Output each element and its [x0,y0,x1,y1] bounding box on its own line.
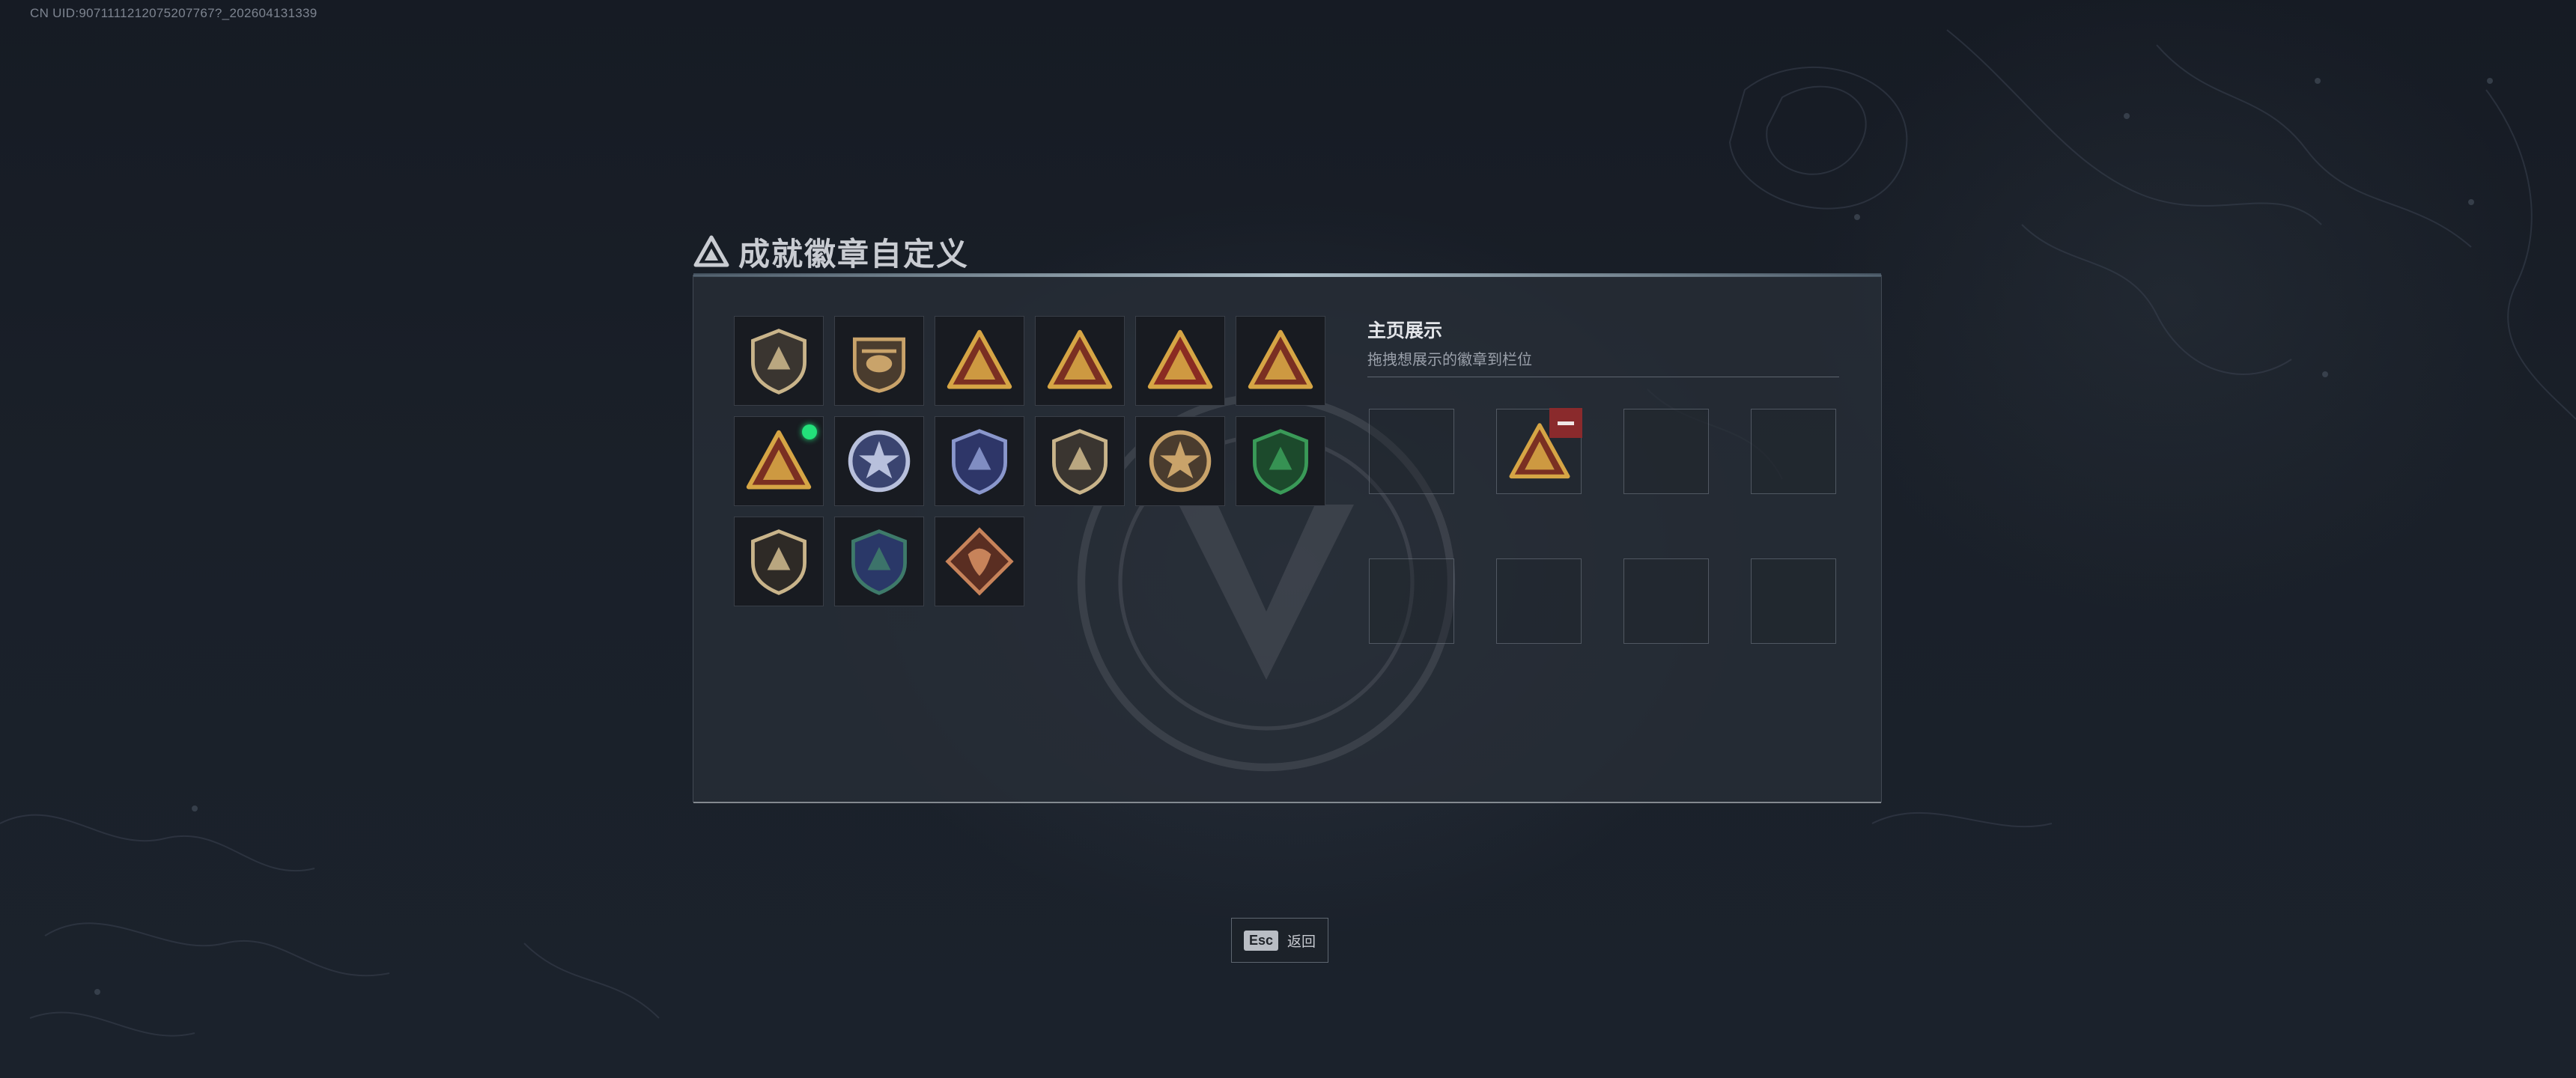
wings-arrows-badge[interactable] [834,517,924,606]
triangle-number-one-icon [1147,329,1213,389]
showcase-slot[interactable] [1623,558,1709,644]
blue-shield-icon [952,429,1007,495]
dragon-diamond-badge[interactable] [935,517,1024,606]
lion-shield-icon [1052,429,1108,495]
remove-badge-button[interactable] [1549,408,1582,438]
showcase-slot[interactable] [1623,409,1709,494]
back-button[interactable]: Esc 返回 [1231,918,1328,963]
blue-shield-badge[interactable] [935,416,1024,506]
badge-customize-panel: 主页展示 拖拽想展示的徽章到栏位 [693,273,1882,803]
helicopter-badge[interactable] [834,316,924,406]
triangle-boat-icon [1047,329,1113,389]
triangle-logo-icon [693,235,729,267]
star-medal-icon [848,430,911,493]
shield-triangle-icon [751,329,806,395]
minus-icon [1558,421,1574,425]
rifle-shield-icon [751,529,806,595]
new-indicator-dot [802,424,817,439]
uid-label: CN UID:9071111212075207767?_202604131339 [30,6,318,20]
showcase-slot[interactable] [1496,408,1582,494]
dialog-title-row: 成就徽章自定义 [693,229,969,274]
homepage-showcase: 主页展示 拖拽想展示的徽章到栏位 [1367,316,1839,644]
triangle-soldiers-icon [1248,329,1313,389]
showcase-slot[interactable] [1751,409,1836,494]
esc-key-hint: Esc [1243,930,1278,951]
triangle-rocket-badge[interactable] [734,416,824,506]
helicopter-icon [852,337,906,393]
showcase-slot[interactable] [1369,409,1454,494]
triangle-boat-badge[interactable] [1035,316,1125,406]
showcase-heading: 主页展示 [1367,320,1443,341]
showcase-slot[interactable] [1496,558,1582,644]
showcase-slots [1367,377,1839,644]
back-label: 返回 [1287,934,1316,950]
triangle-number-one-badge[interactable] [1135,316,1225,406]
green-rifle-shield-badge[interactable] [1236,416,1325,506]
green-rifle-shield-icon [1253,429,1308,495]
triangle-s6-icon [947,329,1012,389]
round-emblem-badge[interactable] [1135,416,1225,506]
triangle-soldiers-badge[interactable] [1236,316,1325,406]
dragon-diamond-icon [945,527,1014,596]
rifle-shield-badge[interactable] [734,517,824,606]
star-medal-badge[interactable] [834,416,924,506]
badge-inventory-grid [734,316,1325,606]
lion-shield-badge[interactable] [1035,416,1125,506]
dialog-title: 成就徽章自定义 [738,235,970,272]
round-emblem-icon [1149,430,1212,493]
showcase-slot[interactable] [1369,558,1454,644]
wings-arrows-icon [851,529,907,595]
showcase-subtitle: 拖拽想展示的徽章到栏位 [1367,352,1532,368]
triangle-s6-badge[interactable] [935,316,1024,406]
showcase-slot[interactable] [1751,558,1836,644]
shield-triangle-badge[interactable] [734,316,824,406]
